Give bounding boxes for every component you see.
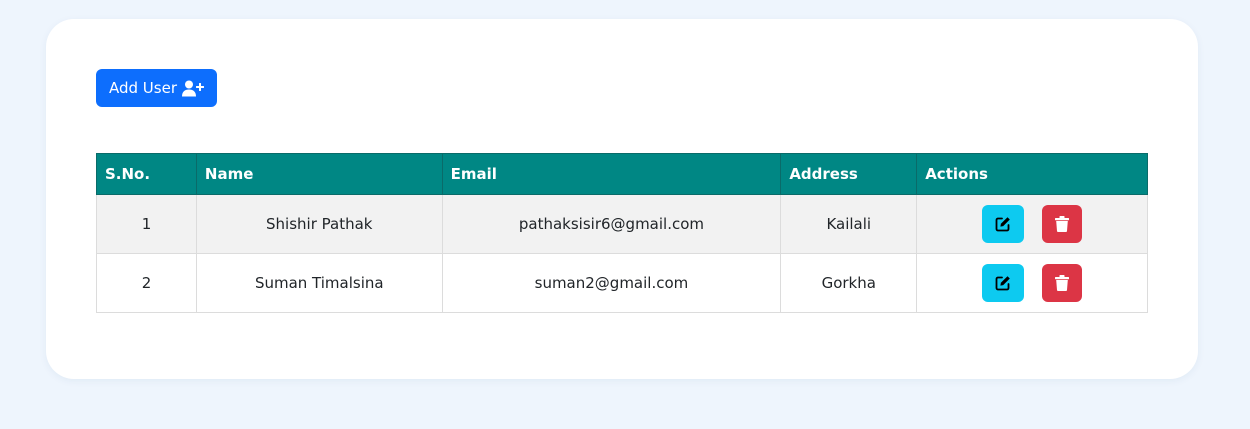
cell-name: Shishir Pathak xyxy=(195,194,443,254)
cell-email: suman2@gmail.com xyxy=(441,253,782,313)
user-plus-icon xyxy=(182,80,204,97)
delete-button[interactable] xyxy=(1042,205,1083,243)
add-user-button[interactable]: Add User xyxy=(96,69,217,107)
cell-actions xyxy=(916,253,1148,313)
cell-address: Kailali xyxy=(780,194,918,254)
add-user-label: Add User xyxy=(109,79,177,97)
cell-actions xyxy=(916,194,1148,254)
cell-email: pathaksisir6@gmail.com xyxy=(441,194,782,254)
table-row: 2 Suman Timalsina suman2@gmail.com Gorkh… xyxy=(96,253,1148,313)
cell-address: Gorkha xyxy=(780,253,918,313)
column-header-actions: Actions xyxy=(916,153,1148,195)
column-header-name: Name xyxy=(195,153,443,195)
table-header-row: S.No. Name Email Address Actions xyxy=(96,153,1148,195)
edit-icon xyxy=(995,216,1011,232)
trash-icon xyxy=(1055,275,1070,291)
trash-icon xyxy=(1055,216,1070,232)
column-header-sno: S.No. xyxy=(96,153,197,195)
edit-button[interactable] xyxy=(982,205,1025,243)
edit-button[interactable] xyxy=(982,264,1025,302)
cell-sno: 2 xyxy=(96,253,197,313)
cell-name: Suman Timalsina xyxy=(195,253,443,313)
column-header-email: Email xyxy=(441,153,782,195)
delete-button[interactable] xyxy=(1042,264,1083,302)
column-header-address: Address xyxy=(780,153,918,195)
table-row: 1 Shishir Pathak pathaksisir6@gmail.com … xyxy=(96,194,1148,254)
cell-sno: 1 xyxy=(96,194,197,254)
users-card: Add User S.No. Name Email Address Action… xyxy=(46,19,1198,379)
edit-icon xyxy=(995,275,1011,291)
users-table: S.No. Name Email Address Actions 1 Shish… xyxy=(96,153,1148,313)
